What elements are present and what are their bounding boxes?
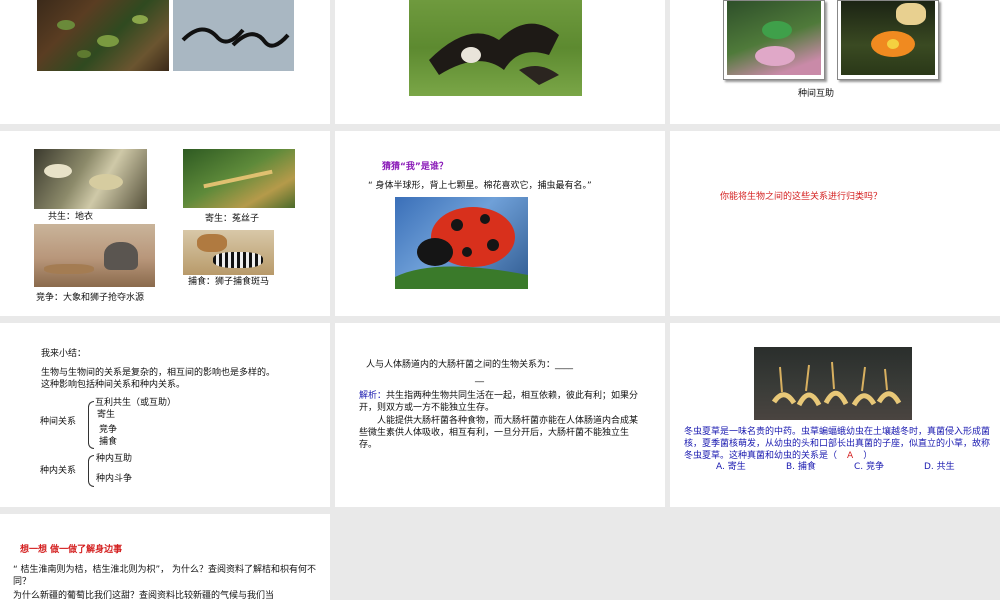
birds-fighting-drawing — [429, 23, 559, 85]
analysis-paragraph-2: 人能提供大肠杆菌各种食物，而大肠杆菌亦能在人体肠道内合成某些微生素供人体吸收，相… — [359, 416, 639, 450]
ladybug-drawing — [395, 207, 528, 289]
intra-species-label: 种内关系 — [40, 466, 77, 476]
inter-item-mutualism: 互利共生（或互助） — [95, 398, 177, 408]
lion-zebra-image — [183, 230, 274, 275]
birds-drawing — [181, 27, 290, 48]
slide-8[interactable]: 人与人体肠道内的大肠杆菌之间的生物关系为：____ __ 解析：共生指两种生物共… — [335, 323, 665, 507]
cordyceps-image — [754, 347, 912, 420]
dodder-image — [183, 149, 295, 208]
intra-item-struggle: 种内斗争 — [96, 474, 133, 484]
bee-photo-frame — [723, 0, 825, 80]
label-competition: 竞争：大象和狮子抢夺水源 — [36, 293, 145, 303]
label-parasitism-dodder: 寄生：菟丝子 — [205, 214, 260, 224]
lichen-image — [34, 149, 147, 209]
summary-heading: 我来小结： — [41, 349, 87, 359]
option-a[interactable]: A. 寄生 — [716, 461, 746, 473]
ecoli-question-blank: __ — [475, 373, 484, 383]
slide-4[interactable]: 共生：地衣 寄生：菟丝子 竞争：大象和狮子抢夺水源 捕食：狮子捕食斑马 — [0, 131, 330, 316]
inter-item-predation: 捕食 — [99, 437, 118, 447]
vulture-eagle-image — [409, 0, 582, 96]
slide-10[interactable]: 想一想 做一做了解身边事 “ 桔生淮南则为桔，桔生淮北则为枳”， 为什么？查阅资… — [0, 514, 330, 600]
slide-7[interactable]: 我来小结： 生物与生物间的关系是复杂的，相互间的影响也是多样的。这种影响包括种间… — [0, 323, 330, 507]
ecoli-question: 人与人体肠道内的大肠杆菌之间的生物关系为：____ — [366, 360, 574, 370]
activity-line-2: 为什么新疆的葡萄比我们这甜？查阅资料比较新疆的气候与我们当 — [13, 591, 275, 600]
frigatebirds-image — [173, 0, 294, 71]
activity-line-1: “ 桔生淮南则为桔，桔生淮北则为枳”， 为什么？查阅资料了解桔和枳有何不同？ — [13, 565, 317, 587]
activity-title: 想一想 做一做了解身边事 — [20, 545, 123, 555]
label-predation: 捕食：狮子捕食斑马 — [188, 277, 270, 287]
analysis-text-1: 共生指两种生物共同生活在一起，相互依赖，彼此有利；如果分开，则双方或一方不能独立… — [359, 391, 639, 413]
riddle-title: 猜猜“我”是谁？ — [382, 162, 448, 172]
cordyceps-drawing — [771, 361, 902, 407]
classification-question: 你能将生物之间的这些关系进行归类吗？ — [720, 192, 883, 202]
caption-mutual-aid: 种间互助 — [798, 89, 835, 99]
slide-3[interactable]: 种间互助 — [670, 0, 1000, 124]
butterfly-photo-frame — [837, 0, 939, 80]
inter-species-brace — [88, 401, 94, 449]
cordyceps-answer: A — [847, 451, 854, 461]
slide-9[interactable]: 冬虫夏草是一味名贵的中药。虫草蝙蝠蛾幼虫在土壤越冬时，真菌侵入形成菌核，夏季菌核… — [670, 323, 1000, 507]
riddle-text: “ 身体半球形，背上七颗星。棉花喜欢它，捕虫最有名。” — [368, 181, 592, 191]
inter-species-label: 种间关系 — [40, 417, 77, 427]
inter-item-competition: 竞争 — [99, 425, 118, 435]
analysis-label: 解析： — [359, 391, 387, 401]
cordyceps-paren-close: ） — [863, 451, 873, 461]
summary-paragraph: 生物与生物间的关系是复杂的，相互间的影响也是多样的。这种影响包括种间关系和种内关… — [41, 368, 276, 390]
label-symbiosis-lichen: 共生：地衣 — [48, 212, 94, 222]
option-d[interactable]: D. 共生 — [924, 461, 955, 473]
slide-1[interactable] — [0, 0, 330, 124]
slide-2[interactable] — [335, 0, 665, 124]
leafcutter-ants-image — [37, 0, 169, 71]
option-c[interactable]: C. 竞争 — [854, 461, 884, 473]
inter-item-parasitism: 寄生 — [97, 410, 116, 420]
analysis-paragraph-1: 解析：共生指两种生物共同生活在一起，相互依赖，彼此有利；如果分开，则双方或一方不… — [359, 390, 644, 414]
butterfly-on-flower-image — [841, 1, 935, 75]
ladybug-image — [395, 197, 528, 289]
cordyceps-question: 冬虫夏草是一味名贵的中药。虫草蝙蝠蛾幼虫在土壤越冬时，真菌侵入形成菌核，夏季菌核… — [684, 426, 990, 462]
slide-6[interactable]: 你能将生物之间的这些关系进行归类吗？ — [670, 131, 1000, 316]
intra-item-aid: 种内互助 — [96, 454, 133, 464]
option-b[interactable]: B. 捕食 — [786, 461, 816, 473]
bee-on-flower-image — [727, 1, 821, 75]
slide-5[interactable]: 猜猜“我”是谁？ “ 身体半球形，背上七颗星。棉花喜欢它，捕虫最有名。” — [335, 131, 665, 316]
elephant-lions-image — [34, 224, 155, 287]
intra-species-brace — [88, 455, 94, 487]
